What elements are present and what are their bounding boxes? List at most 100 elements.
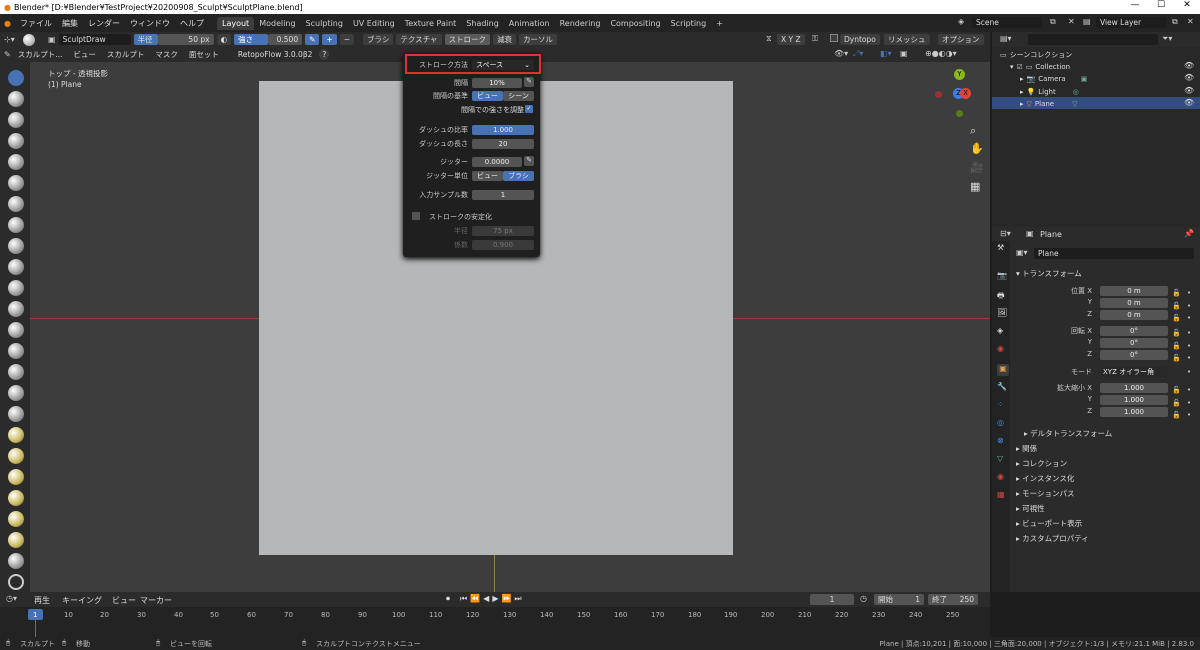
thumb-tool-icon[interactable] — [8, 448, 24, 464]
brush-datablock-icon[interactable]: ▣ — [48, 35, 56, 44]
texture-tab-icon[interactable]: ▦ — [997, 490, 1009, 502]
rotation-x-field[interactable]: 0° — [1100, 326, 1168, 336]
rotation-y-field[interactable]: 0° — [1100, 338, 1168, 348]
pose-tool-icon[interactable] — [8, 469, 24, 485]
constraints-tab-icon[interactable]: ⊗ — [997, 436, 1009, 448]
elastic-deform-tool-icon[interactable] — [8, 406, 24, 422]
input-samples-field[interactable]: 1 — [472, 189, 534, 200]
filter-icon[interactable]: ⏷▾ — [1162, 34, 1172, 44]
gizmo-toggle-icon[interactable]: ⤢▾ — [853, 49, 863, 59]
marker-menu[interactable]: マーカー — [140, 595, 172, 606]
dash-ratio-field[interactable]: 1.000 — [472, 124, 534, 135]
mode-selector[interactable]: スカルプト... — [13, 49, 67, 60]
rotate-tool-icon[interactable] — [8, 511, 24, 527]
jitter-unit-view-button[interactable]: ビュー — [472, 170, 503, 181]
symmetry-xyz-toggles[interactable]: X Y Z — [777, 34, 805, 45]
expand-arrow-icon[interactable]: ▸ — [1020, 100, 1024, 108]
keyframe-dot-icon[interactable]: • • • — [1187, 327, 1191, 365]
gizmo-x-axis[interactable]: X — [960, 88, 971, 99]
rotation-mode-dropdown[interactable]: XYZ オイラー角 — [1100, 367, 1168, 377]
gizmo-neg-x[interactable] — [935, 91, 942, 98]
dash-length-field[interactable]: 20 — [472, 138, 534, 149]
menu-help[interactable]: ヘルプ — [175, 18, 209, 29]
view-object-types-icon[interactable]: 👁▾ — [834, 49, 848, 58]
simplify-tool-icon[interactable] — [8, 553, 24, 569]
subtract-direction-button[interactable]: − — [339, 34, 354, 45]
outliner-editor-icon[interactable]: ▤▾ — [1000, 34, 1012, 43]
visibility-eye-icon[interactable]: 👁 — [1184, 61, 1194, 70]
location-z-field[interactable]: 0 m — [1100, 310, 1168, 320]
tab-scripting[interactable]: Scripting — [666, 17, 712, 30]
current-frame-field[interactable]: 1 — [810, 594, 854, 605]
xray-toggle-icon[interactable]: ▣ — [900, 49, 908, 58]
tab-sculpting[interactable]: Sculpting — [301, 17, 348, 30]
outliner-plane[interactable]: ▸ ▽ Plane ▽ — [1020, 98, 1078, 109]
jitter-field[interactable]: 0.0000 — [472, 156, 522, 167]
remove-view-layer-icon[interactable]: ✕ — [1187, 17, 1194, 26]
expand-arrow-icon[interactable]: ▸ — [1020, 75, 1024, 83]
visibility-eye-icon[interactable]: 👁 — [1184, 86, 1194, 95]
custom-properties-panel[interactable]: ▸ カスタムプロパティ — [1016, 533, 1089, 544]
draw-tool-icon[interactable] — [8, 70, 24, 86]
gizmo-y-axis[interactable]: Y — [954, 69, 965, 80]
outliner-search-input[interactable] — [1028, 34, 1158, 45]
radius-label[interactable]: 半径 — [133, 34, 158, 45]
lock-icon[interactable]: ⚿ — [812, 34, 818, 44]
stabilize-radius-field[interactable]: 75 px — [472, 225, 534, 236]
brush-name-field[interactable]: SculptDraw — [58, 34, 131, 45]
texture-menu[interactable]: テクスチャ — [396, 34, 442, 45]
jitter-pressure-icon[interactable]: ✎ — [524, 156, 534, 166]
snake-hook-tool-icon[interactable] — [8, 427, 24, 443]
checkbox-icon[interactable]: ☑ — [1017, 63, 1023, 71]
overlay-toggle-icon[interactable]: ◧▾ — [880, 49, 892, 58]
keying-menu[interactable]: キーイング — [62, 595, 102, 606]
stabilize-stroke-checkbox[interactable] — [412, 212, 420, 220]
brush-menu[interactable]: ブラシ — [363, 34, 394, 45]
strength-field[interactable]: 0.500 — [268, 34, 303, 45]
tab-modeling[interactable]: Modeling — [254, 17, 300, 30]
timeline-editor-icon[interactable]: ◷▾ — [6, 594, 17, 603]
gizmo-neg-y[interactable] — [956, 110, 963, 117]
scale-y-field[interactable]: 1.000 — [1100, 395, 1168, 405]
outliner-camera[interactable]: ▸ 📷 Camera ▣ — [1020, 73, 1087, 84]
cursor-menu[interactable]: カーソル — [519, 34, 558, 45]
scale-x-field[interactable]: 1.000 — [1100, 383, 1168, 393]
clay-thumb-tool-icon[interactable] — [8, 154, 24, 170]
menu-window[interactable]: ウィンドウ — [125, 18, 175, 29]
collections-panel[interactable]: ▸ コレクション — [1016, 458, 1067, 469]
scene-selector[interactable]: Scene — [972, 17, 1042, 28]
material-tab-icon[interactable]: ◉ — [997, 472, 1009, 484]
dyntopo-checkbox[interactable] — [830, 34, 838, 42]
rotation-z-field[interactable]: 0° — [1100, 350, 1168, 360]
strength-pressure-icon[interactable]: ✎ — [305, 34, 320, 45]
keyframe-dot-icon[interactable]: • — [1187, 368, 1191, 376]
strength-label[interactable]: 強さ — [234, 34, 269, 45]
spacing-base-view-button[interactable]: ビュー — [472, 90, 503, 101]
inflate-tool-icon[interactable] — [8, 196, 24, 212]
fill-tool-icon[interactable] — [8, 301, 24, 317]
pinch-tool-icon[interactable] — [8, 364, 24, 380]
physics-tab-icon[interactable]: ◎ — [997, 418, 1009, 430]
visibility-panel[interactable]: ▸ 可視性 — [1016, 503, 1045, 514]
menu-face-sets[interactable]: 面セット — [184, 49, 223, 60]
tool-settings-tab-icon[interactable]: ⚒ — [997, 243, 1009, 255]
render-tab-icon[interactable]: 📷 — [997, 271, 1009, 283]
add-workspace-button[interactable]: + — [711, 17, 728, 30]
zoom-icon[interactable]: ⌕ — [970, 124, 976, 138]
outliner-light[interactable]: ▸ 💡 Light ◎ — [1020, 86, 1079, 97]
tab-compositing[interactable]: Compositing — [605, 17, 665, 30]
playback-menu[interactable]: 再生 — [34, 595, 50, 606]
clay-tool-icon[interactable] — [8, 112, 24, 128]
tab-shading[interactable]: Shading — [461, 17, 504, 30]
tab-texture-paint[interactable]: Texture Paint — [400, 17, 462, 30]
playback-controls-icon[interactable]: ⏮⏪◀▶⏩⏭ — [460, 594, 525, 604]
maximize-button[interactable]: ☐ — [1148, 0, 1174, 10]
tab-layout[interactable]: Layout — [216, 16, 255, 30]
draw-sharp-tool-icon[interactable] — [8, 91, 24, 107]
properties-editor-icon[interactable]: ⊟▾ — [1000, 229, 1011, 238]
scrape-tool-icon[interactable] — [8, 322, 24, 338]
preview-range-icon[interactable]: ◷ — [860, 594, 867, 603]
menu-render[interactable]: レンダー — [83, 18, 125, 29]
blob-tool-icon[interactable] — [8, 217, 24, 233]
blender-menu-icon[interactable]: ● — [0, 19, 15, 28]
